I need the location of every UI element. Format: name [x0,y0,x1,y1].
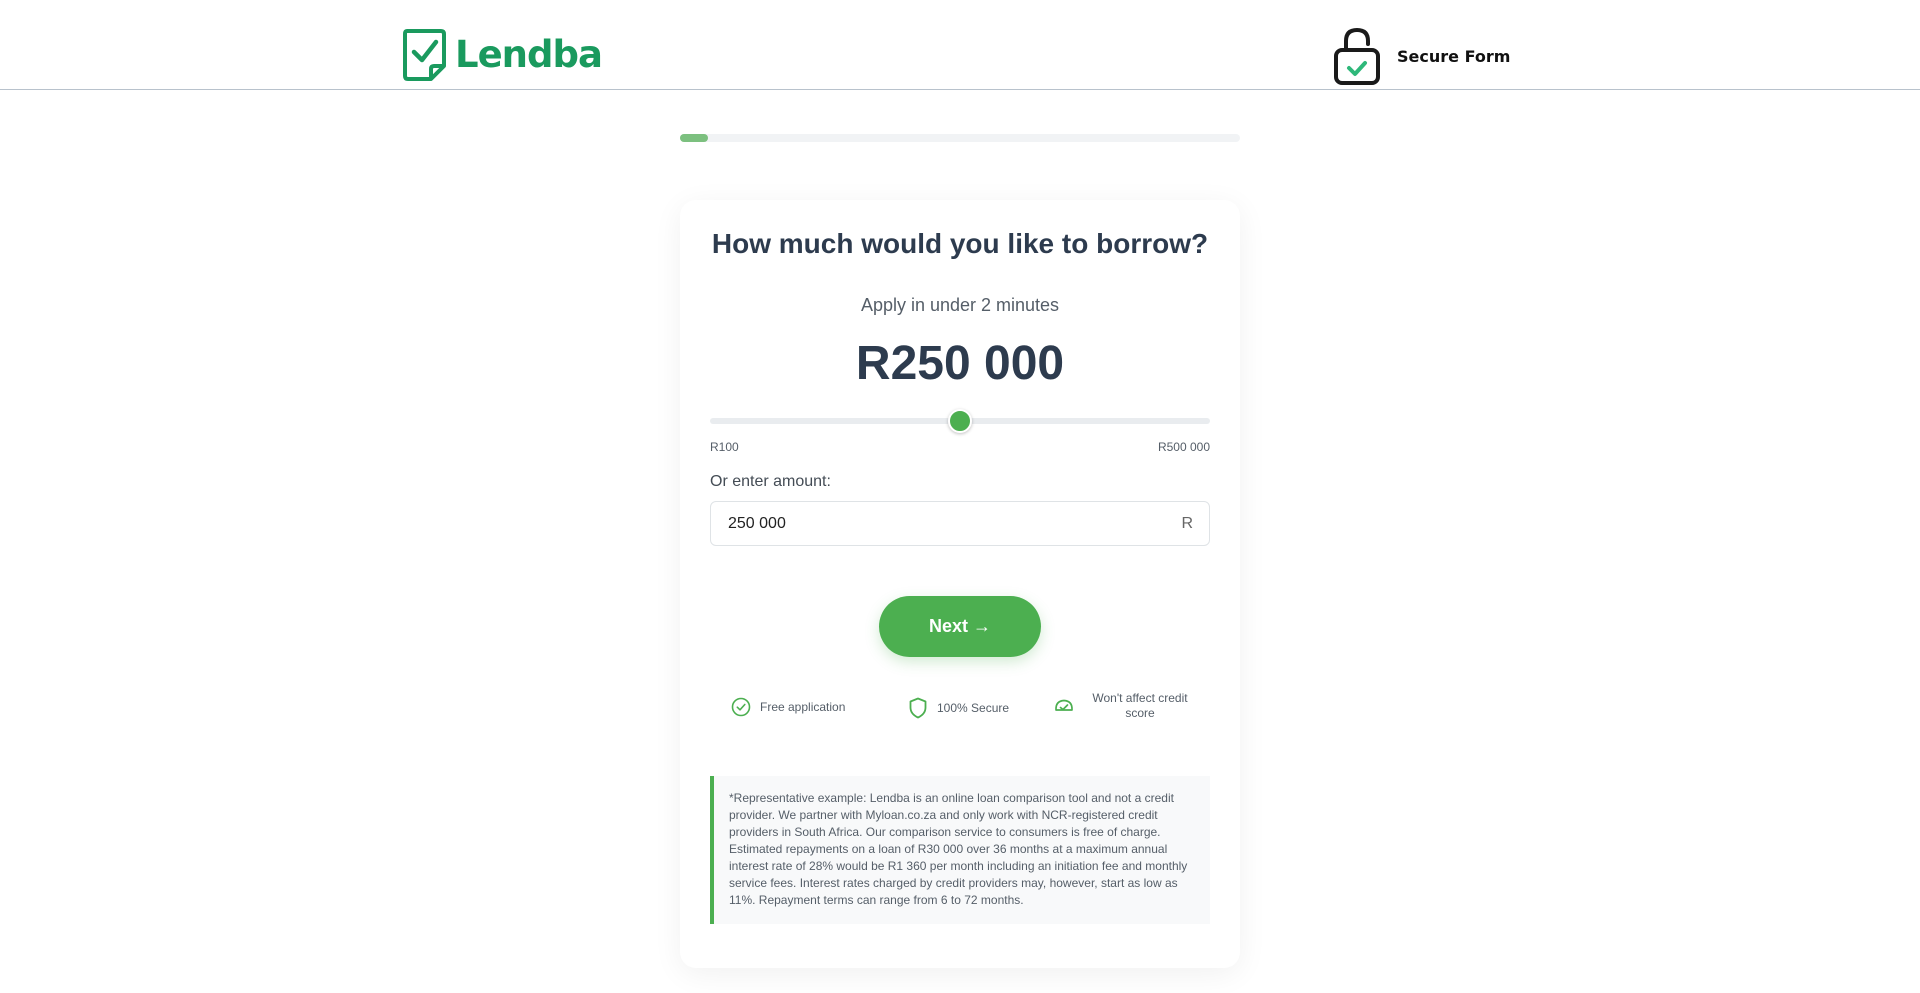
amount-display: R250 000 [855,337,1065,390]
feature-label: Won't affect credit score [1092,691,1188,720]
loan-amount-card: How much would you like to borrow? Apply… [680,200,1240,968]
currency-suffix: R [1181,515,1193,532]
feature-credit-score: Won't affect credit score [1053,691,1195,721]
subtitle: Apply in under 2 minutes [860,295,1060,315]
slider-min-label: R100 [710,440,739,454]
feature-label: 100% Secure [937,700,1010,715]
brand-logo[interactable]: Lendba [402,28,603,82]
brand-name: Lendba [455,33,603,76]
secure-form-badge: Secure Form [1333,26,1510,86]
lock-icon [1334,27,1380,85]
shield-icon [909,697,927,719]
page-title: How much would you like to borrow? [711,228,1209,259]
feature-list: Free application 100% Secure Won't affec… [680,690,1240,734]
amount-slider[interactable] [710,409,1210,433]
site-header: Lendba Secure Form [0,0,1920,90]
disclaimer-text: *Representative example: Lendba is an on… [710,776,1210,924]
slider-thumb[interactable] [947,409,972,433]
gauge-icon [1055,699,1073,711]
feature-free-application: Free application [731,697,845,717]
amount-input-wrapper: R [710,501,1210,546]
checklist-logo-icon [403,29,446,81]
check-circle-icon [731,697,751,717]
secure-form-label: Secure Form [1397,46,1511,66]
feature-secure: 100% Secure [908,697,1009,719]
amount-input[interactable] [711,502,1209,545]
slider-max-label: R500 000 [1157,440,1210,454]
next-button[interactable]: Next → [879,596,1041,657]
progress-bar [680,134,1240,142]
feature-label: Free application [760,699,846,714]
amount-input-label: Or enter amount: [710,473,831,490]
progress-fill [680,134,708,142]
